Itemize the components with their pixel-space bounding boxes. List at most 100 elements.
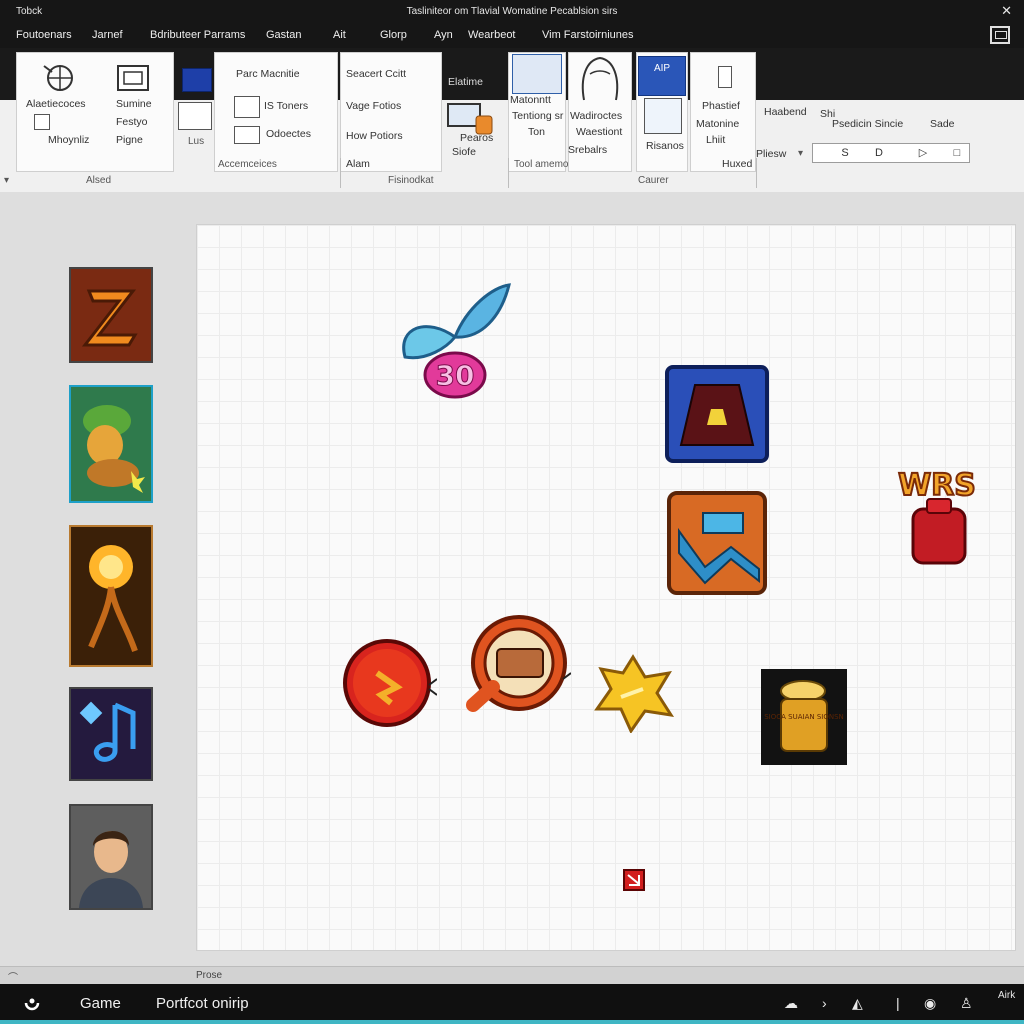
cloud-icon[interactable]: ☁ — [784, 995, 798, 1012]
table-icon[interactable] — [34, 114, 50, 130]
ribbon-item[interactable]: Lhiit — [706, 134, 725, 146]
ribbon-item[interactable]: IS Toners — [264, 100, 308, 112]
cone-tile-sprite[interactable] — [665, 365, 769, 463]
ribbon-item[interactable]: Vage Fotios — [346, 100, 401, 112]
network-icon[interactable]: ◭ — [852, 995, 863, 1012]
divider — [508, 158, 509, 188]
ribbon-item[interactable]: Sade — [930, 118, 955, 130]
globe-icon[interactable] — [40, 60, 80, 94]
tab-design[interactable]: Gastan — [266, 29, 301, 41]
arrow-tile-sprite[interactable] — [667, 491, 767, 595]
thumbnail-music-note[interactable] — [69, 687, 153, 781]
shield-check-icon[interactable] — [644, 98, 682, 134]
red-coin-sprite[interactable] — [341, 637, 437, 731]
aip-badge[interactable]: AIP — [638, 56, 686, 96]
ribbon-item[interactable]: Seacert Ccitt — [346, 68, 406, 80]
butterfly-label: 30 — [436, 359, 475, 392]
tab-animation[interactable]: Ayn — [434, 29, 453, 41]
fire-tree-icon — [71, 527, 151, 665]
preview-loop-button[interactable]: D — [869, 146, 889, 160]
ribbon-item[interactable]: Ton — [528, 126, 545, 138]
ribbon-item[interactable]: Odoectes — [266, 128, 311, 140]
workspace: 30 WRS SIOCA SUAIAN SIONSN — [0, 192, 1024, 966]
ribbon-item[interactable]: Parc Macnitie — [236, 68, 300, 80]
chevron-down-icon[interactable]: ▾ — [798, 148, 803, 159]
ribbon-item[interactable]: Alaetiecoces — [26, 98, 86, 110]
ribbon-item[interactable]: Haabend — [764, 106, 807, 118]
ribbon-item[interactable]: Tentiong sr — [512, 110, 563, 122]
tab-review[interactable]: Wearbeot — [468, 29, 516, 41]
restore-window-icon[interactable] — [990, 26, 1010, 44]
divider — [756, 158, 757, 188]
editor-canvas[interactable]: 30 WRS SIOCA SUAIAN SIONSN — [196, 224, 1016, 951]
chevron-right-icon[interactable]: › — [822, 995, 827, 1011]
collapse-icon[interactable]: ▾ — [4, 175, 9, 186]
ribbon-item[interactable]: Mhoynliz — [48, 134, 89, 146]
window-icon[interactable] — [512, 54, 562, 94]
taskbar-app-document[interactable]: Portfcot onirip — [156, 995, 249, 1012]
ribbon-item[interactable]: Huxed — [722, 158, 752, 170]
monkey-character-icon — [71, 387, 151, 501]
thumbnail-z-emblem[interactable] — [69, 267, 153, 363]
stop-icon[interactable]: □ — [947, 146, 967, 160]
ribbon-item[interactable]: Waestiont — [576, 126, 622, 138]
preview-step-button[interactable]: S — [835, 146, 855, 160]
tab-home[interactable]: Jarnef — [92, 29, 123, 41]
red-marker-icon[interactable] — [623, 869, 645, 891]
ribbon-item[interactable]: Psedicin Sincie — [832, 118, 903, 130]
ribbon-item[interactable]: Elatime — [448, 76, 483, 88]
title-bar: Tobck Tasliniteor om Tlavial Womatine Pe… — [0, 0, 1024, 24]
ribbon-item[interactable]: Alam — [346, 158, 370, 170]
ribbon-item[interactable]: Matonine — [696, 118, 739, 130]
tab-group[interactable]: Glorp — [380, 29, 407, 41]
wrs-badge-label: WRS — [898, 468, 976, 503]
thumbnail-fire-tree[interactable] — [69, 525, 153, 667]
layout-icon[interactable] — [178, 102, 212, 130]
clock: Airk — [998, 990, 1016, 1001]
volume-icon[interactable]: ◉ — [924, 995, 936, 1012]
close-icon[interactable]: ✕ — [1001, 3, 1012, 19]
ribbon-item[interactable]: Pigne — [116, 134, 143, 146]
objects-icon[interactable] — [234, 126, 260, 144]
ribbon-item[interactable]: Srebalrs — [568, 144, 607, 156]
magnifier-lock-sprite[interactable] — [459, 609, 571, 725]
tab-art[interactable]: Ait — [333, 29, 346, 41]
wrs-badge-sprite[interactable]: WRS — [889, 461, 987, 573]
jar-sprite[interactable]: SIOCA SUAIAN SIONSN — [761, 669, 847, 765]
ribbon-item[interactable]: Phastief — [702, 100, 740, 112]
notification-icon[interactable]: ♙ — [960, 995, 973, 1012]
thumbnail-monkey-character[interactable] — [69, 385, 153, 503]
ribbon-item[interactable]: Siofe — [452, 146, 476, 158]
yellow-star-sprite[interactable] — [593, 653, 675, 733]
group-caption: Lus — [188, 136, 205, 147]
play-icon[interactable]: ▷ — [913, 146, 933, 160]
butterfly-sprite[interactable]: 30 — [397, 277, 513, 407]
monitor-icon[interactable] — [446, 102, 494, 136]
jar-label: SIOCA SUAIAN SIONSN — [764, 713, 844, 721]
blue-tile-icon[interactable] — [182, 68, 212, 92]
ribbon-item[interactable]: Pearos — [460, 132, 493, 144]
image-frame-icon[interactable] — [116, 64, 150, 92]
ribbon-item[interactable]: Festyo — [116, 116, 148, 128]
thumbnail-man-portrait[interactable] — [69, 804, 153, 910]
group-caption: Alsed — [86, 175, 112, 186]
tab-file[interactable]: Foutoenars — [16, 29, 72, 41]
page-icon[interactable] — [718, 66, 732, 88]
ribbon-item[interactable]: Risanos — [646, 140, 684, 152]
face-outline-icon[interactable] — [576, 54, 624, 104]
taskbar-app-game[interactable]: Game — [80, 995, 121, 1012]
z-emblem-icon — [71, 269, 151, 361]
ribbon-item[interactable]: Wadiroctes — [570, 110, 622, 122]
divider — [340, 158, 341, 188]
tab-view[interactable]: Vim Farstoirniunes — [542, 29, 634, 41]
start-icon[interactable] — [22, 993, 42, 1013]
ribbon-item[interactable]: Matonntt — [510, 94, 551, 106]
preview-dropdown[interactable]: Pliesw — [756, 148, 786, 160]
ribbon-tabs: Foutoenars Jarnef Bdributeer Parrams Gas… — [0, 24, 1024, 48]
ribbon-item[interactable]: How Potiors — [346, 130, 403, 142]
tab-parameters[interactable]: Bdributeer Parrams — [150, 29, 245, 41]
ribbon-item[interactable]: Sumine — [116, 98, 152, 110]
layers-icon[interactable] — [234, 96, 260, 118]
battery-icon[interactable]: | — [896, 995, 900, 1011]
status-text: Prose — [196, 970, 223, 981]
